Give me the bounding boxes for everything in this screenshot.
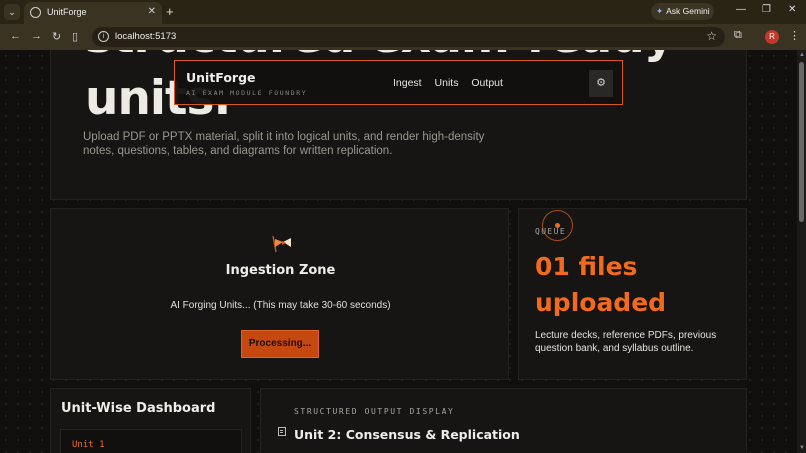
queue-card: QUEUE 01 files uploaded Lecture decks, r… <box>518 208 747 380</box>
scroll-up-icon[interactable]: ▲ <box>799 52 805 58</box>
url-text[interactable]: localhost:5173 <box>115 31 176 42</box>
ask-gemini-button[interactable]: ✦ Ask Gemini <box>651 3 714 20</box>
settings-button[interactable]: ⚙ <box>589 70 613 97</box>
ask-gemini-label: Ask Gemini <box>666 6 710 16</box>
gear-icon: ⚙ <box>596 77 606 89</box>
nav-link-output[interactable]: Output <box>471 77 503 89</box>
brand-tagline: AI EXAM MODULE FOUNDRY <box>186 89 308 97</box>
dashboard-title: Unit-Wise Dashboard <box>61 401 216 416</box>
document-icon <box>278 427 286 436</box>
site-info-icon[interactable]: i <box>98 31 109 42</box>
tab-search-icon[interactable]: ⌄ <box>4 4 20 20</box>
globe-icon <box>30 7 41 18</box>
unit-label: Unit 1 <box>72 440 105 450</box>
page-scrollbar[interactable]: ▲ ▼ <box>797 50 806 453</box>
forward-icon[interactable]: → <box>31 30 42 42</box>
unit-dashboard-card: Unit-Wise Dashboard Unit 1 <box>50 388 251 453</box>
unit-list-item[interactable]: Unit 1 <box>60 429 242 453</box>
back-icon[interactable]: ← <box>10 30 21 42</box>
top-navigation: UnitForge AI EXAM MODULE FOUNDRY Ingest … <box>174 60 623 105</box>
new-tab-icon[interactable]: + <box>166 4 174 19</box>
close-tab-icon[interactable]: ✕ <box>148 6 156 17</box>
minimize-icon[interactable]: — <box>736 4 746 15</box>
restore-icon[interactable]: ❐ <box>762 4 771 15</box>
browser-chrome: ⌄ UnitForge ✕ + ✦ Ask Gemini — ❐ ✕ ← → ↻ … <box>0 0 806 50</box>
browser-tab[interactable]: UnitForge ✕ <box>24 2 162 24</box>
profile-avatar[interactable]: R <box>765 30 779 44</box>
forge-flag-icon <box>272 235 291 253</box>
brand-logo[interactable]: UnitForge <box>186 70 256 85</box>
browser-toolbar: ← → ↻ ▯ i localhost:5173 ☆ ⧉ R ⋮ <box>0 24 806 50</box>
ingestion-zone-card: Ingestion Zone AI Forging Units... (This… <box>50 208 509 380</box>
tab-title: UnitForge <box>47 7 87 17</box>
queue-count: 01 files uploaded <box>535 252 667 317</box>
queue-description: Lecture decks, reference PDFs, previous … <box>535 330 717 354</box>
scroll-down-icon[interactable]: ▼ <box>799 445 805 451</box>
bookmark-star-icon[interactable]: ☆ <box>706 29 717 43</box>
ingestion-title: Ingestion Zone <box>225 263 336 278</box>
output-display-card: STRUCTURED OUTPUT DISPLAY Unit 2: Consen… <box>260 388 747 453</box>
extensions-icon[interactable]: ⧉ <box>734 29 742 42</box>
nav-link-units[interactable]: Units <box>435 77 459 89</box>
split-view-icon[interactable]: ▯ <box>72 30 78 43</box>
scrollbar-thumb[interactable] <box>799 62 804 222</box>
gemini-spark-icon: ✦ <box>656 6 664 16</box>
address-bar[interactable]: i localhost:5173 ☆ <box>92 27 725 47</box>
close-window-icon[interactable]: ✕ <box>788 4 796 15</box>
browser-menu-icon[interactable]: ⋮ <box>789 29 800 42</box>
nav-links: Ingest Units Output <box>393 77 513 89</box>
output-label: STRUCTURED OUTPUT DISPLAY <box>294 407 455 416</box>
nav-link-ingest[interactable]: Ingest <box>393 77 422 89</box>
tab-strip: ⌄ UnitForge ✕ + ✦ Ask Gemini — ❐ ✕ <box>0 0 806 24</box>
reload-icon[interactable]: ↻ <box>52 30 61 43</box>
ingestion-status: AI Forging Units... (This may take 30-60… <box>170 300 391 311</box>
output-title: Unit 2: Consensus & Replication <box>294 427 520 442</box>
queue-label: QUEUE <box>535 227 567 236</box>
hero-subtitle: Upload PDF or PPTX material, split it in… <box>83 131 485 157</box>
processing-button[interactable]: Processing... <box>241 330 319 358</box>
page-viewport: structured exam-ready units. Upload PDF … <box>0 50 797 453</box>
